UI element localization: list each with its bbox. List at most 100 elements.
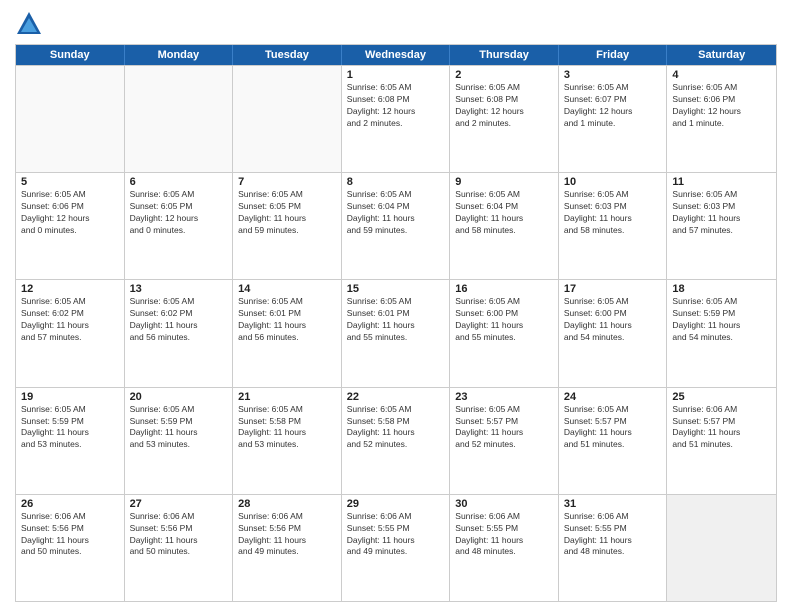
calendar-cell: 11Sunrise: 6:05 AMSunset: 6:03 PMDayligh… bbox=[667, 173, 776, 279]
weekday-header: Wednesday bbox=[342, 45, 451, 65]
day-info: Sunrise: 6:05 AMSunset: 6:03 PMDaylight:… bbox=[672, 189, 771, 237]
day-info: Sunrise: 6:05 AMSunset: 6:05 PMDaylight:… bbox=[130, 189, 228, 237]
day-number: 13 bbox=[130, 283, 228, 295]
calendar-row: 26Sunrise: 6:06 AMSunset: 5:56 PMDayligh… bbox=[16, 494, 776, 601]
calendar-cell: 3Sunrise: 6:05 AMSunset: 6:07 PMDaylight… bbox=[559, 66, 668, 172]
weekday-header: Saturday bbox=[667, 45, 776, 65]
day-number: 24 bbox=[564, 391, 662, 403]
day-number: 29 bbox=[347, 498, 445, 510]
day-info: Sunrise: 6:05 AMSunset: 6:08 PMDaylight:… bbox=[347, 82, 445, 130]
day-number: 2 bbox=[455, 69, 553, 81]
calendar-cell bbox=[667, 495, 776, 601]
day-info: Sunrise: 6:06 AMSunset: 5:56 PMDaylight:… bbox=[238, 511, 336, 559]
calendar-cell: 26Sunrise: 6:06 AMSunset: 5:56 PMDayligh… bbox=[16, 495, 125, 601]
day-info: Sunrise: 6:05 AMSunset: 5:58 PMDaylight:… bbox=[347, 404, 445, 452]
calendar-cell: 19Sunrise: 6:05 AMSunset: 5:59 PMDayligh… bbox=[16, 388, 125, 494]
header bbox=[15, 10, 777, 38]
calendar-cell: 31Sunrise: 6:06 AMSunset: 5:55 PMDayligh… bbox=[559, 495, 668, 601]
day-info: Sunrise: 6:05 AMSunset: 5:58 PMDaylight:… bbox=[238, 404, 336, 452]
calendar-row: 19Sunrise: 6:05 AMSunset: 5:59 PMDayligh… bbox=[16, 387, 776, 494]
calendar-row: 12Sunrise: 6:05 AMSunset: 6:02 PMDayligh… bbox=[16, 279, 776, 386]
day-info: Sunrise: 6:06 AMSunset: 5:56 PMDaylight:… bbox=[21, 511, 119, 559]
day-number: 22 bbox=[347, 391, 445, 403]
day-info: Sunrise: 6:05 AMSunset: 6:01 PMDaylight:… bbox=[347, 296, 445, 344]
calendar-cell: 6Sunrise: 6:05 AMSunset: 6:05 PMDaylight… bbox=[125, 173, 234, 279]
day-info: Sunrise: 6:05 AMSunset: 6:04 PMDaylight:… bbox=[347, 189, 445, 237]
calendar-cell: 1Sunrise: 6:05 AMSunset: 6:08 PMDaylight… bbox=[342, 66, 451, 172]
day-info: Sunrise: 6:05 AMSunset: 5:59 PMDaylight:… bbox=[672, 296, 771, 344]
day-info: Sunrise: 6:05 AMSunset: 5:59 PMDaylight:… bbox=[21, 404, 119, 452]
day-number: 8 bbox=[347, 176, 445, 188]
day-number: 10 bbox=[564, 176, 662, 188]
day-number: 1 bbox=[347, 69, 445, 81]
day-number: 7 bbox=[238, 176, 336, 188]
calendar-cell: 17Sunrise: 6:05 AMSunset: 6:00 PMDayligh… bbox=[559, 280, 668, 386]
day-info: Sunrise: 6:05 AMSunset: 6:03 PMDaylight:… bbox=[564, 189, 662, 237]
day-number: 3 bbox=[564, 69, 662, 81]
day-info: Sunrise: 6:05 AMSunset: 6:08 PMDaylight:… bbox=[455, 82, 553, 130]
calendar-cell: 28Sunrise: 6:06 AMSunset: 5:56 PMDayligh… bbox=[233, 495, 342, 601]
day-number: 20 bbox=[130, 391, 228, 403]
day-number: 23 bbox=[455, 391, 553, 403]
calendar-cell: 25Sunrise: 6:06 AMSunset: 5:57 PMDayligh… bbox=[667, 388, 776, 494]
day-number: 12 bbox=[21, 283, 119, 295]
day-info: Sunrise: 6:05 AMSunset: 6:05 PMDaylight:… bbox=[238, 189, 336, 237]
logo-icon bbox=[15, 10, 43, 38]
day-info: Sunrise: 6:05 AMSunset: 5:59 PMDaylight:… bbox=[130, 404, 228, 452]
calendar-cell bbox=[16, 66, 125, 172]
day-info: Sunrise: 6:06 AMSunset: 5:55 PMDaylight:… bbox=[564, 511, 662, 559]
calendar-row: 1Sunrise: 6:05 AMSunset: 6:08 PMDaylight… bbox=[16, 65, 776, 172]
day-info: Sunrise: 6:05 AMSunset: 5:57 PMDaylight:… bbox=[564, 404, 662, 452]
calendar-cell: 9Sunrise: 6:05 AMSunset: 6:04 PMDaylight… bbox=[450, 173, 559, 279]
calendar-cell: 21Sunrise: 6:05 AMSunset: 5:58 PMDayligh… bbox=[233, 388, 342, 494]
day-number: 17 bbox=[564, 283, 662, 295]
day-info: Sunrise: 6:05 AMSunset: 6:04 PMDaylight:… bbox=[455, 189, 553, 237]
day-number: 21 bbox=[238, 391, 336, 403]
calendar-cell: 12Sunrise: 6:05 AMSunset: 6:02 PMDayligh… bbox=[16, 280, 125, 386]
calendar-cell: 10Sunrise: 6:05 AMSunset: 6:03 PMDayligh… bbox=[559, 173, 668, 279]
day-number: 5 bbox=[21, 176, 119, 188]
calendar-cell: 22Sunrise: 6:05 AMSunset: 5:58 PMDayligh… bbox=[342, 388, 451, 494]
calendar-header: SundayMondayTuesdayWednesdayThursdayFrid… bbox=[16, 45, 776, 65]
day-info: Sunrise: 6:05 AMSunset: 6:00 PMDaylight:… bbox=[455, 296, 553, 344]
day-number: 18 bbox=[672, 283, 771, 295]
day-info: Sunrise: 6:05 AMSunset: 6:02 PMDaylight:… bbox=[21, 296, 119, 344]
calendar-cell bbox=[125, 66, 234, 172]
day-number: 25 bbox=[672, 391, 771, 403]
day-number: 30 bbox=[455, 498, 553, 510]
day-info: Sunrise: 6:05 AMSunset: 6:02 PMDaylight:… bbox=[130, 296, 228, 344]
calendar-cell: 5Sunrise: 6:05 AMSunset: 6:06 PMDaylight… bbox=[16, 173, 125, 279]
calendar-page: SundayMondayTuesdayWednesdayThursdayFrid… bbox=[0, 0, 792, 612]
calendar-cell: 8Sunrise: 6:05 AMSunset: 6:04 PMDaylight… bbox=[342, 173, 451, 279]
day-info: Sunrise: 6:05 AMSunset: 6:06 PMDaylight:… bbox=[21, 189, 119, 237]
calendar-cell: 23Sunrise: 6:05 AMSunset: 5:57 PMDayligh… bbox=[450, 388, 559, 494]
calendar-row: 5Sunrise: 6:05 AMSunset: 6:06 PMDaylight… bbox=[16, 172, 776, 279]
weekday-header: Sunday bbox=[16, 45, 125, 65]
day-number: 16 bbox=[455, 283, 553, 295]
calendar-cell: 7Sunrise: 6:05 AMSunset: 6:05 PMDaylight… bbox=[233, 173, 342, 279]
day-number: 28 bbox=[238, 498, 336, 510]
logo bbox=[15, 10, 47, 38]
calendar-cell: 4Sunrise: 6:05 AMSunset: 6:06 PMDaylight… bbox=[667, 66, 776, 172]
day-number: 26 bbox=[21, 498, 119, 510]
calendar: SundayMondayTuesdayWednesdayThursdayFrid… bbox=[15, 44, 777, 602]
calendar-cell: 16Sunrise: 6:05 AMSunset: 6:00 PMDayligh… bbox=[450, 280, 559, 386]
calendar-cell: 13Sunrise: 6:05 AMSunset: 6:02 PMDayligh… bbox=[125, 280, 234, 386]
day-number: 9 bbox=[455, 176, 553, 188]
day-number: 19 bbox=[21, 391, 119, 403]
calendar-cell: 15Sunrise: 6:05 AMSunset: 6:01 PMDayligh… bbox=[342, 280, 451, 386]
day-info: Sunrise: 6:05 AMSunset: 6:00 PMDaylight:… bbox=[564, 296, 662, 344]
weekday-header: Friday bbox=[559, 45, 668, 65]
calendar-cell: 20Sunrise: 6:05 AMSunset: 5:59 PMDayligh… bbox=[125, 388, 234, 494]
calendar-cell bbox=[233, 66, 342, 172]
day-info: Sunrise: 6:05 AMSunset: 6:06 PMDaylight:… bbox=[672, 82, 771, 130]
day-info: Sunrise: 6:05 AMSunset: 5:57 PMDaylight:… bbox=[455, 404, 553, 452]
day-info: Sunrise: 6:06 AMSunset: 5:55 PMDaylight:… bbox=[455, 511, 553, 559]
calendar-body: 1Sunrise: 6:05 AMSunset: 6:08 PMDaylight… bbox=[16, 65, 776, 601]
day-info: Sunrise: 6:06 AMSunset: 5:55 PMDaylight:… bbox=[347, 511, 445, 559]
calendar-cell: 27Sunrise: 6:06 AMSunset: 5:56 PMDayligh… bbox=[125, 495, 234, 601]
weekday-header: Monday bbox=[125, 45, 234, 65]
calendar-cell: 18Sunrise: 6:05 AMSunset: 5:59 PMDayligh… bbox=[667, 280, 776, 386]
calendar-cell: 24Sunrise: 6:05 AMSunset: 5:57 PMDayligh… bbox=[559, 388, 668, 494]
day-info: Sunrise: 6:05 AMSunset: 6:01 PMDaylight:… bbox=[238, 296, 336, 344]
